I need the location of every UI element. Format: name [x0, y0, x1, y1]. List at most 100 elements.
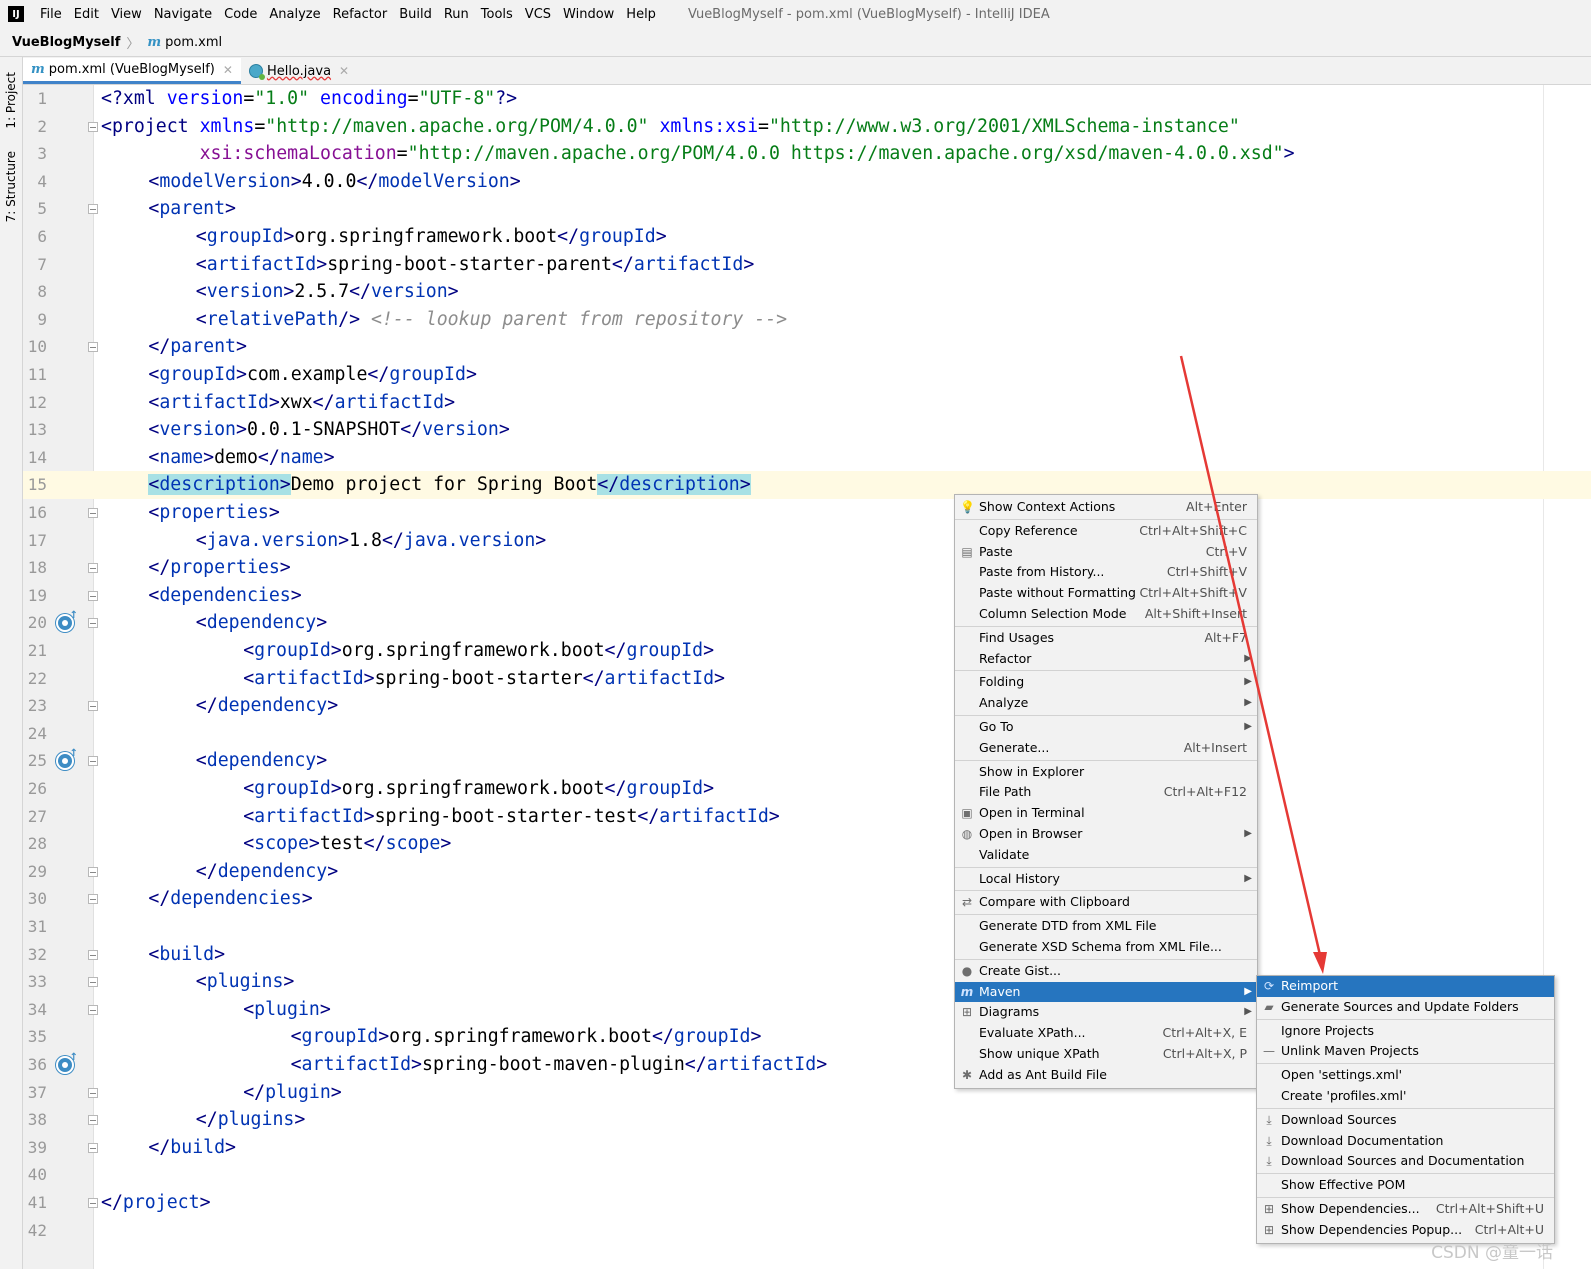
menu-tools[interactable]: Tools [475, 7, 519, 22]
code-line[interactable]: 12 <artifactId>xwx</artifactId> [23, 389, 1591, 417]
fold-marker-icon[interactable] [88, 1004, 98, 1015]
menu-item-open-in-terminal[interactable]: ▣ Open in Terminal [955, 803, 1257, 824]
code-line[interactable]: 29 </dependency> [23, 858, 1591, 886]
menu-item-ignore-projects[interactable]: Ignore Projects [1257, 1021, 1554, 1042]
code-line[interactable]: 24 [23, 720, 1591, 748]
menu-item-folding[interactable]: Folding ▶ [955, 672, 1257, 693]
fold-marker-icon[interactable] [88, 949, 98, 960]
menu-item-generate-sources-and-update-folders[interactable]: ▰ Generate Sources and Update Folders [1257, 997, 1554, 1018]
menu-item-go-to[interactable]: Go To ▶ [955, 717, 1257, 738]
breadcrumb-project[interactable]: VueBlogMyself [12, 35, 120, 50]
fold-marker-icon[interactable] [88, 590, 98, 601]
maven-dependency-gutter-icon[interactable]: ↑ [56, 748, 78, 771]
code-line[interactable]: 1 <?xml version="1.0" encoding="UTF-8"?> [23, 85, 1591, 113]
menu-item-compare-with-clipboard[interactable]: ⇄ Compare with Clipboard [955, 892, 1257, 913]
menu-refactor[interactable]: Refactor [327, 7, 394, 22]
code-line[interactable]: 22 <artifactId>spring-boot-starter</artif… [23, 665, 1591, 693]
menu-help[interactable]: Help [620, 7, 662, 22]
fold-marker-icon[interactable] [88, 701, 98, 712]
menu-view[interactable]: View [105, 7, 148, 22]
menu-item-generate-dtd-from-xml-file[interactable]: Generate DTD from XML File [955, 916, 1257, 937]
code-line[interactable]: 32 <build> [23, 941, 1591, 969]
code-line[interactable]: 26 <groupId>org.springframework.boot</gro… [23, 775, 1591, 803]
menu-item-show-unique-xpath[interactable]: Show unique XPath Ctrl+Alt+X, P [955, 1044, 1257, 1065]
fold-marker-icon[interactable] [88, 618, 98, 629]
menu-item-add-as-ant-build-file[interactable]: ✱ Add as Ant Build File [955, 1065, 1257, 1086]
maven-dependency-gutter-icon[interactable]: ↑ [56, 610, 78, 633]
code-line[interactable]: 25 ↑ <dependency> [23, 747, 1591, 775]
breadcrumb-file[interactable]: pom.xml [165, 35, 222, 50]
menu-item-paste-from-history[interactable]: Paste from History... Ctrl+Shift+V [955, 562, 1257, 583]
menu-item-show-context-actions[interactable]: 💡 Show Context Actions Alt+Enter [955, 497, 1257, 518]
menu-item-generate[interactable]: Generate... Alt+Insert [955, 738, 1257, 759]
fold-marker-icon[interactable] [88, 1087, 98, 1098]
menu-item-diagrams[interactable]: ⊞ Diagrams ▶ [955, 1002, 1257, 1023]
code-line[interactable]: 30 </dependencies> [23, 885, 1591, 913]
menu-item-create-gist[interactable]: ● Create Gist... [955, 961, 1257, 982]
code-line[interactable]: 5 <parent> [23, 195, 1591, 223]
menu-item-show-dependencies[interactable]: ⊞ Show Dependencies... Ctrl+Alt+Shift+U [1257, 1199, 1554, 1220]
menu-item-evaluate-xpath[interactable]: Evaluate XPath... Ctrl+Alt+X, E [955, 1023, 1257, 1044]
fold-marker-icon[interactable] [88, 756, 98, 767]
menu-item-file-path[interactable]: File Path Ctrl+Alt+F12 [955, 782, 1257, 803]
code-line[interactable]: 8 <version>2.5.7</version> [23, 278, 1591, 306]
menu-item-download-documentation[interactable]: ⤓ Download Documentation [1257, 1131, 1554, 1152]
menu-item-open-in-browser[interactable]: ◍ Open in Browser ▶ [955, 824, 1257, 845]
code-line[interactable]: 10 </parent> [23, 333, 1591, 361]
menu-item-download-sources[interactable]: ⤓ Download Sources [1257, 1110, 1554, 1131]
code-line[interactable]: 16 <properties> [23, 499, 1591, 527]
fold-marker-icon[interactable] [88, 977, 98, 988]
tab-hello-java[interactable]: Hello.java ✕ [241, 58, 357, 84]
fold-marker-icon[interactable] [88, 204, 98, 215]
menu-run[interactable]: Run [438, 7, 475, 22]
tab-pom-xml[interactable]: m pom.xml (VueBlogMyself) ✕ [23, 58, 241, 84]
code-line[interactable]: 15 <description>Demo project for Spring B… [23, 471, 1591, 499]
code-line[interactable]: 4 <modelVersion>4.0.0</modelVersion> [23, 168, 1591, 196]
menu-navigate[interactable]: Navigate [148, 7, 218, 22]
close-icon[interactable]: ✕ [339, 64, 349, 78]
menu-analyze[interactable]: Analyze [263, 7, 326, 22]
menu-item-validate[interactable]: Validate [955, 845, 1257, 866]
fold-marker-icon[interactable] [88, 1198, 98, 1208]
fold-marker-icon[interactable] [88, 894, 98, 905]
menu-item-download-sources-and-documentation[interactable]: ⤓ Download Sources and Documentation [1257, 1151, 1554, 1172]
menu-item-generate-xsd-schema-from-xml-file[interactable]: Generate XSD Schema from XML File... [955, 937, 1257, 958]
code-line[interactable]: 28 <scope>test</scope> [23, 830, 1591, 858]
code-line[interactable]: 14 <name>demo</name> [23, 444, 1591, 472]
code-line[interactable]: 17 <java.version>1.8</java.version> [23, 527, 1591, 555]
structure-tool-tab[interactable]: 7: Structure [0, 147, 22, 227]
close-icon[interactable]: ✕ [223, 63, 233, 77]
menu-code[interactable]: Code [218, 7, 263, 22]
project-tool-tab[interactable]: 1: Project [0, 65, 22, 135]
code-line[interactable]: 31 [23, 913, 1591, 941]
fold-marker-icon[interactable] [88, 1115, 98, 1126]
code-line[interactable]: 2 <project xmlns="http://maven.apache.org… [23, 113, 1591, 141]
code-line[interactable]: 20 ↑ <dependency> [23, 609, 1591, 637]
menu-item-paste[interactable]: ▤ Paste Ctrl+V [955, 542, 1257, 563]
code-line[interactable]: 3 xsi:schemaLocation="http://maven.apach… [23, 140, 1591, 168]
code-line[interactable]: 7 <artifactId>spring-boot-starter-parent<… [23, 251, 1591, 279]
fold-marker-icon[interactable] [88, 866, 98, 877]
menu-item-find-usages[interactable]: Find Usages Alt+F7 [955, 628, 1257, 649]
menu-item-refactor[interactable]: Refactor ▶ [955, 649, 1257, 670]
menu-vcs[interactable]: VCS [519, 7, 557, 22]
code-line[interactable]: 9 <relativePath/> <!-- lookup parent from… [23, 306, 1591, 334]
code-line[interactable]: 27 <artifactId>spring-boot-starter-test</… [23, 803, 1591, 831]
fold-marker-icon[interactable] [88, 508, 98, 518]
menu-item-analyze[interactable]: Analyze ▶ [955, 693, 1257, 714]
maven-dependency-gutter-icon[interactable]: ↑ [56, 1052, 78, 1074]
menu-item-create-profiles-xml[interactable]: Create 'profiles.xml' [1257, 1086, 1554, 1107]
menu-item-open-settings-xml[interactable]: Open 'settings.xml' [1257, 1065, 1554, 1086]
code-line[interactable]: 19 <dependencies> [23, 582, 1591, 610]
code-line[interactable]: 23 </dependency> [23, 692, 1591, 720]
code-line[interactable]: 21 <groupId>org.springframework.boot</gro… [23, 637, 1591, 665]
code-line[interactable]: 11 <groupId>com.example</groupId> [23, 361, 1591, 389]
fold-marker-icon[interactable] [88, 342, 98, 353]
menu-item-maven[interactable]: m Maven ▶ [955, 981, 1257, 1003]
menu-window[interactable]: Window [557, 7, 620, 22]
code-line[interactable]: 18 </properties> [23, 554, 1591, 582]
menu-item-reimport[interactable]: ⟳ Reimport [1257, 976, 1554, 997]
menu-item-column-selection-mode[interactable]: Column Selection Mode Alt+Shift+Insert [955, 604, 1257, 625]
code-line[interactable]: 6 <groupId>org.springframework.boot</grou… [23, 223, 1591, 251]
menu-item-local-history[interactable]: Local History ▶ [955, 869, 1257, 890]
